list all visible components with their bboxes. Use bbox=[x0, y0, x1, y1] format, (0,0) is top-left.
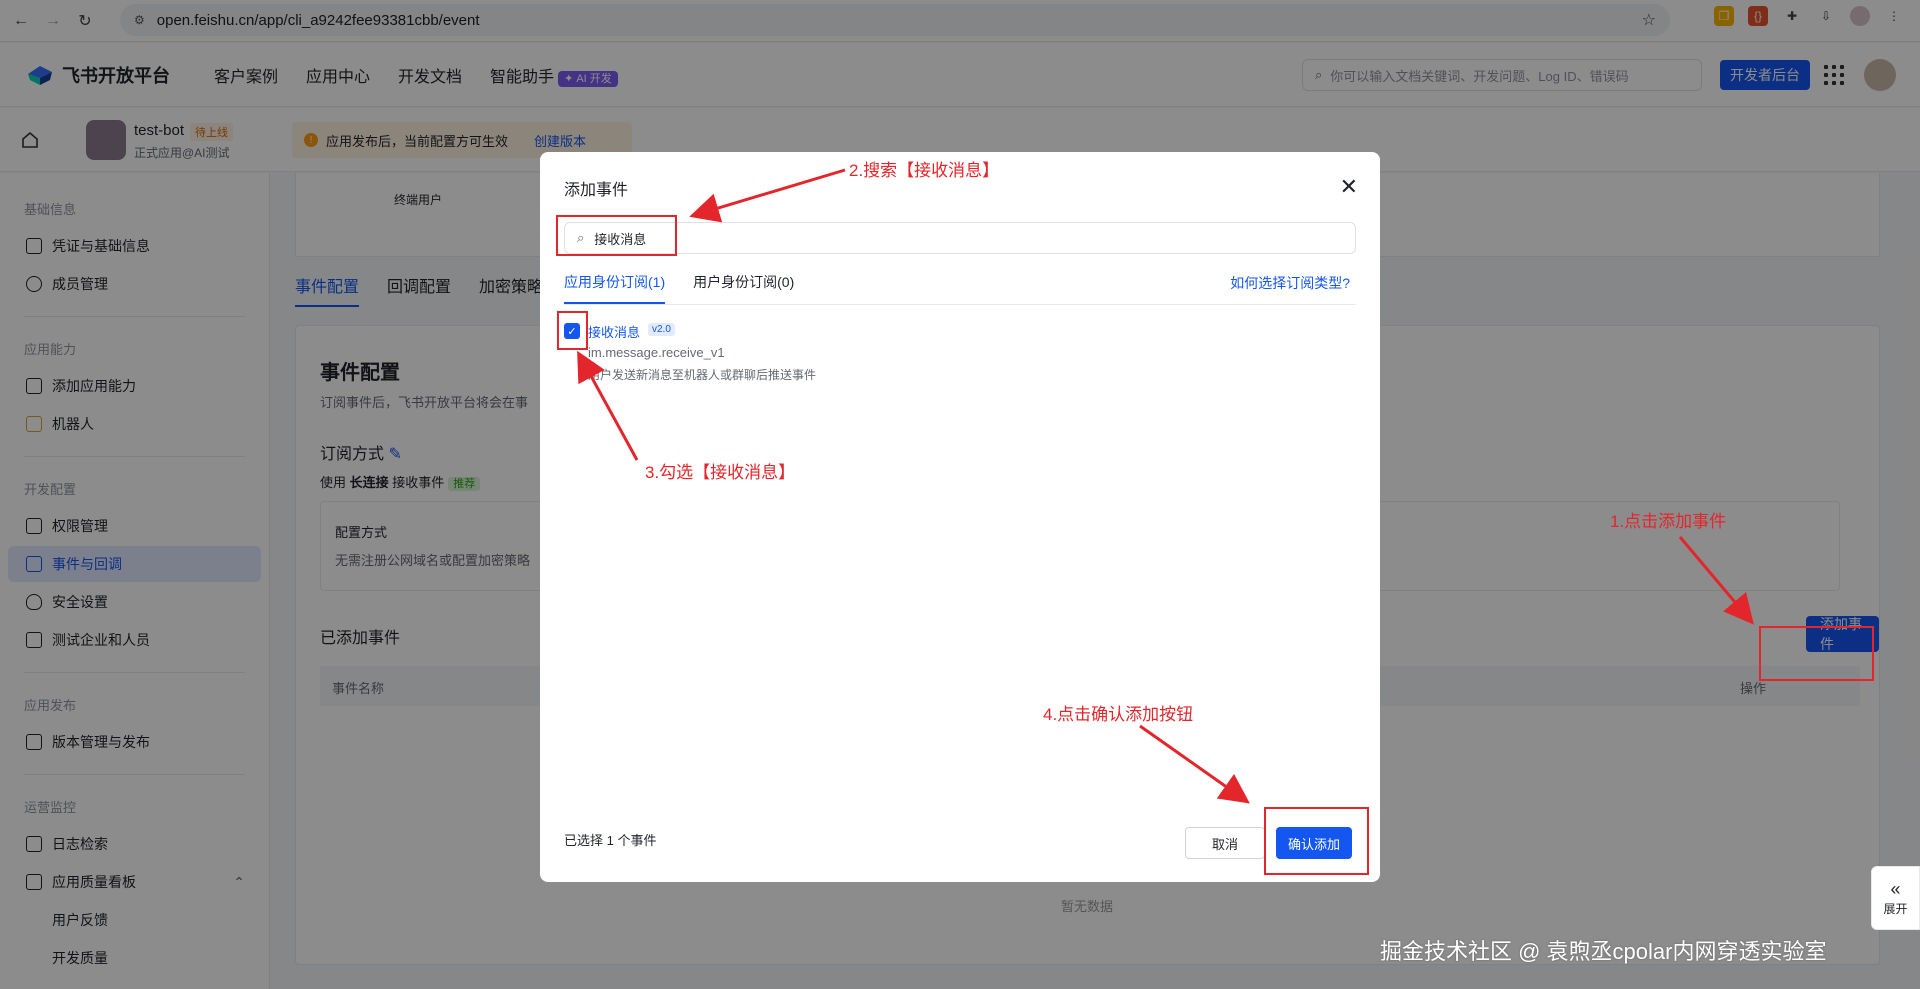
subscription-tabs: 应用身份订阅(1) 用户身份订阅(0) bbox=[564, 272, 794, 304]
cancel-button[interactable]: 取消 bbox=[1185, 827, 1266, 859]
help-link[interactable]: 如何选择订阅类型? bbox=[1230, 273, 1350, 293]
add-event-modal: 添加事件 ✕ ⌕ 接收消息 应用身份订阅(1) 用户身份订阅(0) 如何选择订阅… bbox=[540, 152, 1380, 882]
close-icon[interactable]: ✕ bbox=[1340, 174, 1358, 200]
annotation-box-checkbox bbox=[557, 311, 588, 350]
event-key: im.message.receive_v1 bbox=[588, 345, 725, 360]
tab-user-subscription[interactable]: 用户身份订阅(0) bbox=[693, 272, 794, 304]
event-name[interactable]: 接收消息 bbox=[588, 322, 640, 341]
expand-panel-button[interactable]: « 展开 bbox=[1871, 866, 1920, 930]
event-description: 用户发送新消息至机器人或群聊后推送事件 bbox=[588, 368, 817, 382]
selected-count: 已选择 1 个事件 bbox=[564, 833, 657, 848]
annotation-box-search bbox=[556, 215, 677, 256]
double-chevron-left-icon: « bbox=[1890, 879, 1901, 899]
annotation-step1: 1.点击添加事件 bbox=[1610, 512, 1727, 531]
event-search-input[interactable]: ⌕ 接收消息 bbox=[564, 222, 1356, 254]
annotation-box-confirm bbox=[1264, 807, 1369, 875]
annotation-step2: 2.搜索【接收消息】 bbox=[849, 161, 1000, 180]
modal-title: 添加事件 bbox=[564, 182, 629, 199]
annotation-step3: 3.勾选【接收消息】 bbox=[645, 463, 796, 482]
annotation-step4: 4.点击确认添加按钮 bbox=[1043, 705, 1194, 724]
watermark-text: 掘金技术社区 @ 袁煦丞cpolar内网穿透实验室 bbox=[1380, 939, 1827, 964]
empty-state: 暂无数据 bbox=[1061, 899, 1114, 914]
event-version-badge: v2.0 bbox=[648, 323, 675, 336]
divider bbox=[564, 304, 1356, 305]
annotation-box-add bbox=[1759, 626, 1874, 681]
expand-label: 展开 bbox=[1883, 902, 1908, 916]
tab-app-subscription[interactable]: 应用身份订阅(1) bbox=[564, 272, 666, 304]
